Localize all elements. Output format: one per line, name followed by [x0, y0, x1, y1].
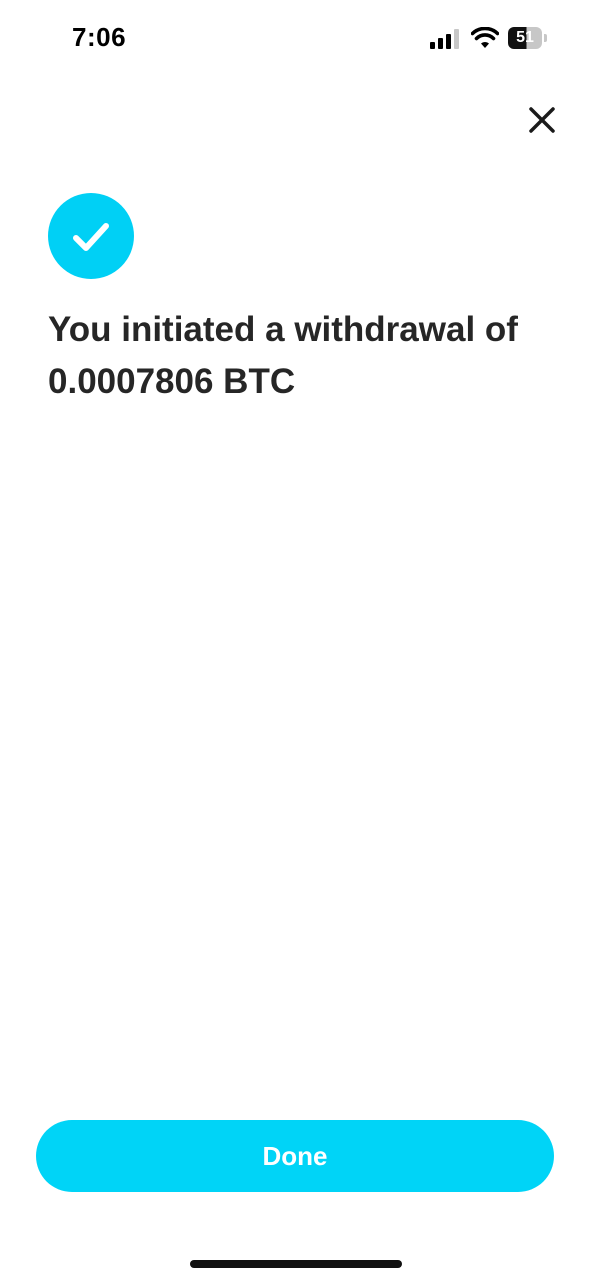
battery-indicator: 51 [508, 27, 548, 49]
battery-tip [544, 34, 547, 42]
withdrawal-headline: You initiated a withdrawal of 0.0007806 … [48, 310, 518, 401]
wifi-icon [470, 26, 500, 49]
success-badge [48, 193, 134, 279]
home-indicator[interactable] [190, 1260, 402, 1268]
close-button[interactable] [520, 98, 564, 142]
done-button[interactable]: Done [36, 1120, 554, 1192]
cellular-signal-icon [430, 29, 462, 49]
checkmark-icon [73, 223, 109, 251]
battery-level: 51 [508, 27, 542, 49]
close-icon [529, 107, 555, 133]
status-time: 7:06 [72, 22, 127, 52]
status-bar: 7:06 51 [0, 0, 591, 80]
